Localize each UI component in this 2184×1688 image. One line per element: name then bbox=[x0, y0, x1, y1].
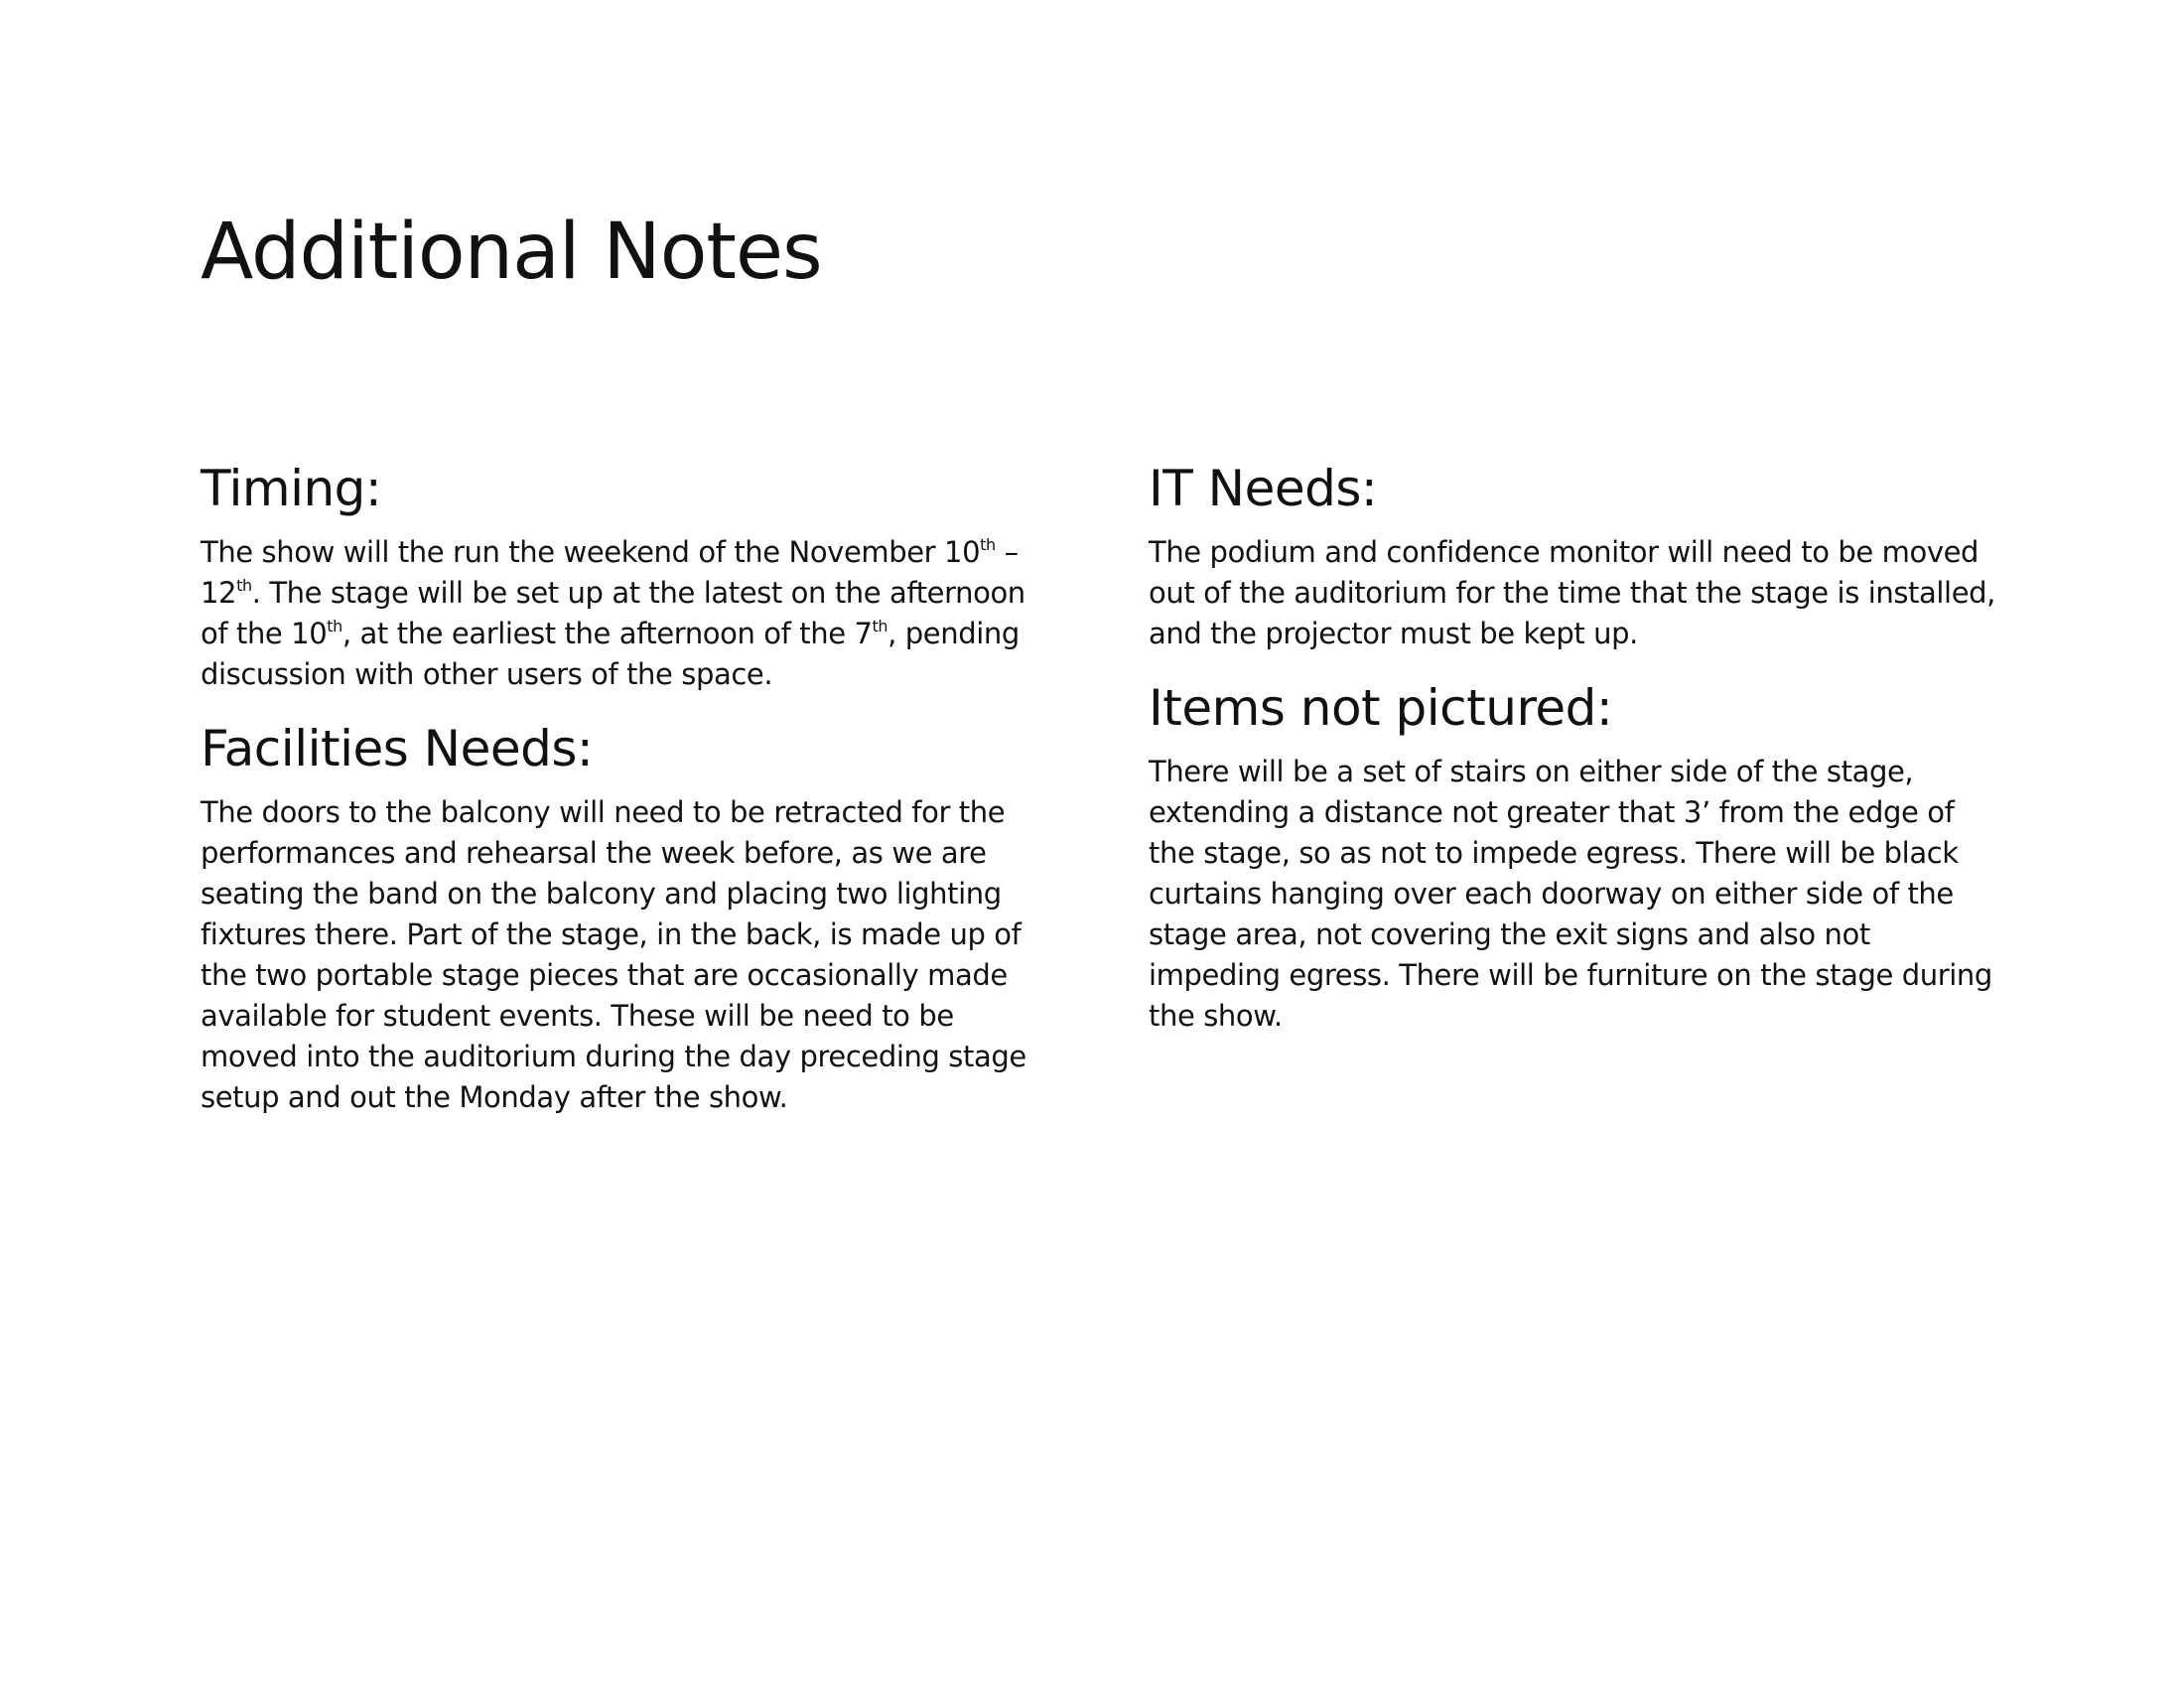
items-body: There will be a set of stairs on either … bbox=[1149, 755, 1992, 1033]
items-heading: Items not pictured: bbox=[1149, 679, 1613, 737]
items-section: Items not pictured: There will be a set … bbox=[1149, 676, 2002, 1037]
timing-body: The show will the run the weekend of the… bbox=[201, 532, 1044, 695]
it-body: The podium and confidence monitor will n… bbox=[1149, 535, 1995, 650]
it-section: IT Needs: The podium and confidence moni… bbox=[1149, 457, 2002, 654]
timing-section: Timing: The show will the run the weeken… bbox=[201, 457, 1044, 695]
timing-text-4: , at the earliest the afternoon of the 7 bbox=[341, 617, 873, 650]
facilities-body: The doors to the balcony will need to be… bbox=[201, 795, 1026, 1114]
page-title: Additional Notes bbox=[201, 208, 823, 297]
it-heading: IT Needs: bbox=[1149, 460, 1378, 517]
right-column: IT Needs: The podium and confidence moni… bbox=[1149, 457, 2002, 1037]
timing-sup-3: th bbox=[327, 617, 342, 635]
timing-heading: Timing: bbox=[201, 460, 382, 517]
timing-sup-2: th bbox=[236, 576, 252, 595]
timing-text-1: The show will the run the weekend of the… bbox=[201, 535, 981, 569]
left-column: Timing: The show will the run the weeken… bbox=[201, 457, 1044, 1118]
facilities-section: Facilities Needs: The doors to the balco… bbox=[201, 717, 1044, 1118]
facilities-heading: Facilities Needs: bbox=[201, 720, 594, 777]
timing-sup-4: th bbox=[872, 617, 888, 635]
timing-sup-1: th bbox=[980, 535, 996, 554]
